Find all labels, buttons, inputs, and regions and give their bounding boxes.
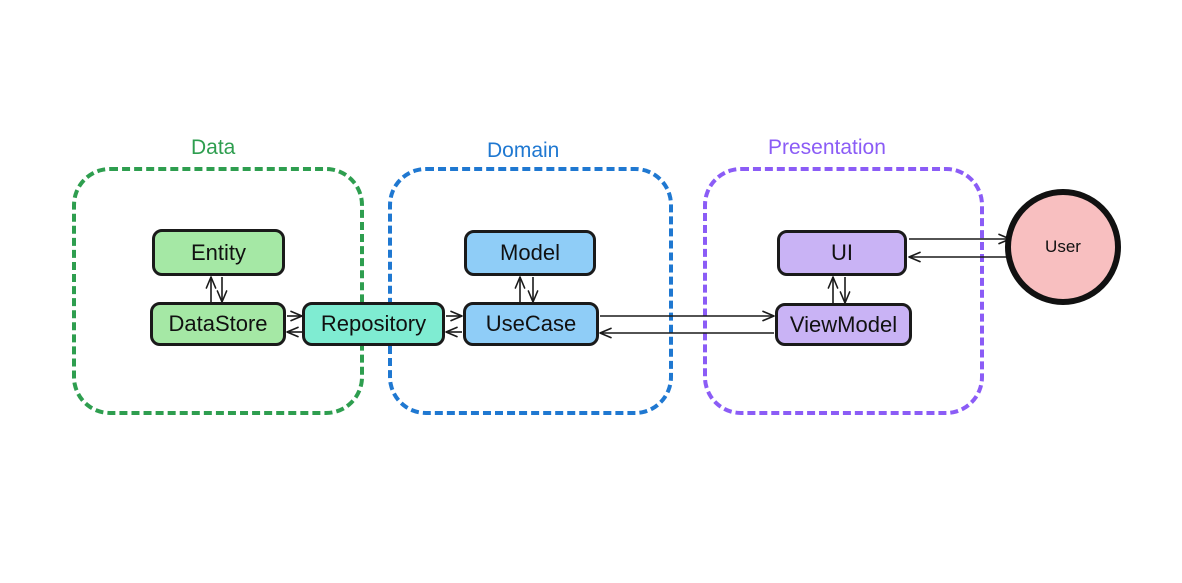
node-ui[interactable]: UI	[777, 230, 907, 276]
node-user[interactable]: User	[1005, 189, 1121, 305]
group-rect-domain	[388, 167, 673, 415]
group-rect-presentation	[703, 167, 984, 415]
node-viewmodel[interactable]: ViewModel	[775, 303, 912, 346]
group-label-domain: Domain	[487, 139, 560, 162]
group-rect-data	[72, 167, 364, 415]
node-model[interactable]: Model	[464, 230, 596, 276]
diagram-canvas: Data Domain Presentation Entity DataStor…	[0, 0, 1182, 583]
node-repository[interactable]: Repository	[302, 302, 445, 346]
group-label-data: Data	[191, 136, 236, 159]
node-datastore[interactable]: DataStore	[150, 302, 286, 346]
group-label-presentation: Presentation	[768, 136, 886, 159]
node-entity[interactable]: Entity	[152, 229, 285, 276]
node-usecase[interactable]: UseCase	[463, 302, 599, 346]
